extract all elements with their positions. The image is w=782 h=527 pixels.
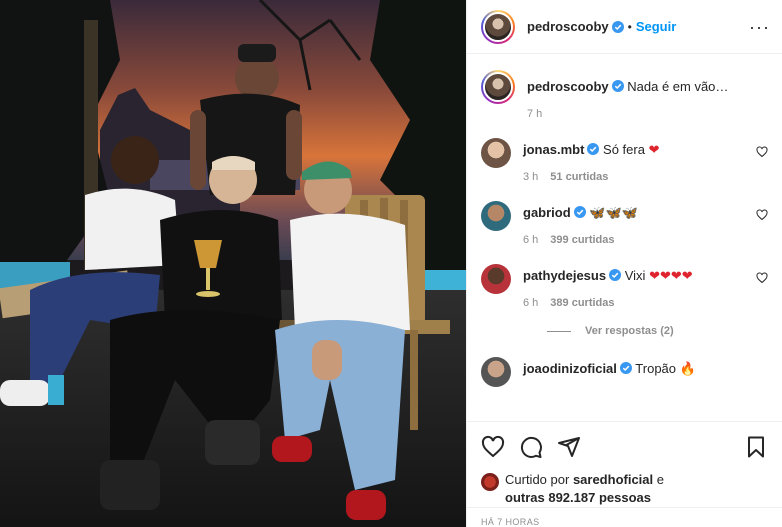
likes-others-count[interactable]: outras 892.187 pessoas [505,490,651,505]
comment-likes-count[interactable]: 51 curtidas [550,171,608,183]
verified-badge-icon [611,20,624,33]
post-photo[interactable] [0,0,466,527]
more-options-icon[interactable]: ··· [749,18,770,36]
instagram-post-viewer: pedroscooby • Seguir ··· pedroscooby Nad… [0,0,782,527]
comment-row: pathydejesus Vixi ❤❤❤❤ 6 h 389 curtidas [481,264,768,309]
share-paper-plane-icon[interactable] [557,435,581,459]
commenter-avatar[interactable] [481,138,511,168]
butterfly-emoji-icon: 🦋🦋🦋 [589,205,638,220]
post-actions-bar [467,421,782,471]
add-comment-bar[interactable] [467,507,782,527]
red-heart-emoji-icon: ❤ [648,142,660,157]
view-replies-label: Ver respostas (2) [585,325,674,337]
post-photo-image [0,0,466,527]
likes-connector: e [656,472,664,487]
verified-badge-icon [619,362,632,374]
save-bookmark-icon[interactable] [744,435,768,459]
like-heart-icon[interactable] [481,435,505,459]
caption-time: 7 h [527,108,543,120]
commenter-username[interactable]: joaodinizoficial [523,361,617,376]
comment-time: 3 h [523,171,539,183]
commenter-avatar[interactable] [481,264,511,294]
follow-button[interactable]: Seguir [636,19,676,34]
caption-row: pedroscooby Nada é em vão… 7 h [481,70,768,120]
commenter-username[interactable]: jonas.mbt [523,142,584,157]
comment-row: joaodinizoficial Tropão 🔥 [481,357,768,387]
comment-text: Vixi [624,268,646,283]
commenter-username[interactable]: pathydejesus [523,268,606,283]
commenter-avatar[interactable] [481,201,511,231]
replies-divider [547,330,571,332]
caption-author-avatar[interactable] [481,70,515,104]
comment-text: Tropão [635,361,677,376]
commenter-username[interactable]: gabriod [523,205,571,220]
red-heart-emoji-icon: ❤❤❤❤ [649,268,693,283]
comment-text: Só fera [603,142,645,157]
comment-likes-count[interactable]: 399 curtidas [550,234,614,246]
caption-text: Nada é em vão… [627,79,729,94]
view-replies-button[interactable]: Ver respostas (2) [547,325,768,337]
commenter-avatar[interactable] [481,357,511,387]
author-line: pedroscooby • Seguir [527,19,676,34]
verified-badge-icon [587,143,600,155]
post-side-panel: pedroscooby • Seguir ··· pedroscooby Nad… [466,0,782,527]
comment-row: jonas.mbt Só fera ❤ 3 h 51 curtidas [481,138,768,183]
like-comment-heart-icon[interactable] [756,209,768,221]
like-comment-heart-icon[interactable] [756,146,768,158]
verified-badge-icon [611,80,624,92]
comments-list[interactable]: pedroscooby Nada é em vão… 7 h jonas.mbt… [467,54,782,421]
liker-avatar[interactable] [481,473,499,491]
likes-summary: Curtido por saredhoficial e outras 892.1… [467,471,782,507]
separator-dot: • [627,19,632,34]
verified-badge-icon [609,269,622,281]
comment-time: 6 h [523,297,539,309]
like-comment-heart-icon[interactable] [756,272,768,284]
comment-likes-count[interactable]: 389 curtidas [550,297,614,309]
author-username[interactable]: pedroscooby [527,19,609,34]
caption-author-username[interactable]: pedroscooby [527,79,609,94]
fire-emoji-icon: 🔥 [679,361,696,376]
comment-bubble-icon[interactable] [519,435,543,459]
liker-username[interactable]: saredhoficial [573,472,653,487]
comment-time: 6 h [523,234,539,246]
likes-prefix: Curtido por [505,472,570,487]
author-avatar[interactable] [481,9,515,44]
post-header: pedroscooby • Seguir ··· [467,0,782,54]
verified-badge-icon [573,206,586,218]
comment-row: gabriod 🦋🦋🦋 6 h 399 curtidas [481,201,768,246]
